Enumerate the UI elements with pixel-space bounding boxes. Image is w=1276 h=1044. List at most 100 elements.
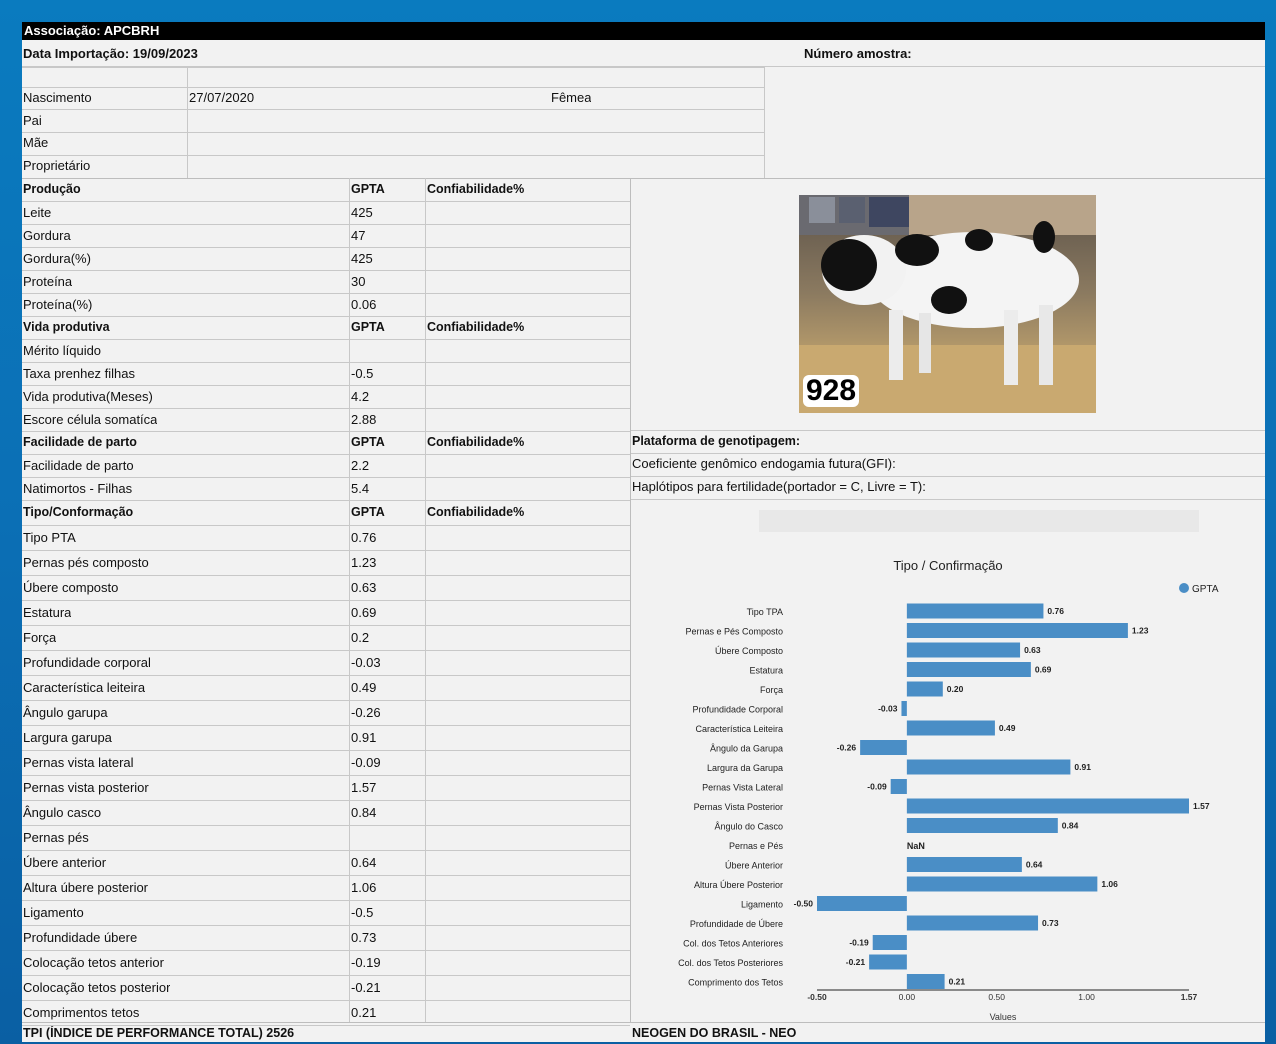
category-label: Col. dos Tetos Posteriores xyxy=(678,958,783,968)
category-label: Força xyxy=(760,685,783,695)
trait-label: Pernas pés composto xyxy=(23,555,149,570)
trait-label: Característica leiteira xyxy=(23,680,146,695)
data-label: 0.49 xyxy=(999,723,1016,733)
gpta-column-header: GPTA xyxy=(351,182,385,196)
photo-number-label: 928 xyxy=(803,375,860,407)
reliability-column-header: Confiabilidade% xyxy=(427,435,525,449)
import-row: Data Importação: 19/09/2023 Número amost… xyxy=(22,40,1265,67)
section-title: Facilidade de parto xyxy=(23,435,137,449)
report-page: Associação: APCBRH Data Importação: 19/0… xyxy=(22,22,1265,1042)
trait-label: Ângulo casco xyxy=(23,805,102,820)
reliability-column-header: Confiabilidade% xyxy=(427,320,525,334)
gpta-value: 1.06 xyxy=(351,880,377,895)
gpta-value: -0.21 xyxy=(351,980,381,995)
data-label: NaN xyxy=(907,841,925,851)
gpta-value: 0.69 xyxy=(351,605,377,620)
genotyping-platform-label: Plataforma de genotipagem: xyxy=(632,434,801,448)
bar xyxy=(906,857,1022,872)
gpta-value: 425 xyxy=(351,251,373,266)
bar xyxy=(906,681,943,697)
sample-number-label: Número amostra: xyxy=(804,46,912,61)
section-title: Vida produtiva xyxy=(23,320,110,334)
gpta-value: -0.5 xyxy=(351,905,374,920)
gpta-value: 425 xyxy=(351,205,373,220)
chart-placeholder-bar xyxy=(759,510,1199,532)
category-label: Col. dos Tetos Anteriores xyxy=(683,939,783,949)
bar xyxy=(906,798,1189,814)
gpta-value: 1.23 xyxy=(351,555,377,570)
x-tick-label: 0.50 xyxy=(988,992,1005,1002)
dam-label: Mãe xyxy=(23,135,49,150)
gpta-value: -0.5 xyxy=(351,366,374,381)
trait-label: Taxa prenhez filhas xyxy=(23,366,136,381)
gpta-value: 47 xyxy=(351,228,366,243)
bar xyxy=(906,642,1021,658)
import-date: Data Importação: 19/09/2023 xyxy=(23,46,198,61)
chart-title: Tipo / Confirmação xyxy=(893,558,1002,573)
lab-name: NEOGEN DO BRASIL - NEO xyxy=(632,1026,797,1040)
category-label: Estatura xyxy=(749,666,783,676)
gpta-value: 1.57 xyxy=(351,780,377,795)
sire-label: Pai xyxy=(23,113,42,128)
x-tick-label: 1.57 xyxy=(1181,992,1198,1002)
association-header: Associação: APCBRH xyxy=(22,22,1265,40)
gpta-value: 5.4 xyxy=(351,481,370,496)
gpta-value: 0.84 xyxy=(351,805,377,820)
legend-label: GPTA xyxy=(1192,584,1219,595)
bar xyxy=(906,623,1128,638)
gpta-column-header: GPTA xyxy=(351,320,385,334)
category-label: Ligamento xyxy=(741,900,783,910)
data-label: -0.19 xyxy=(849,938,869,948)
data-label: 1.57 xyxy=(1193,801,1210,811)
data-label: 0.84 xyxy=(1062,821,1079,831)
trait-label: Largura garupa xyxy=(23,730,112,745)
animal-photo: 928 xyxy=(799,195,1096,413)
trait-label: Ligamento xyxy=(23,905,84,920)
birth-label: Nascimento xyxy=(23,90,92,105)
data-label: 0.69 xyxy=(1035,665,1052,675)
data-label: 0.63 xyxy=(1024,645,1041,655)
trait-label: Colocação tetos anterior xyxy=(23,955,164,970)
gpta-value: -0.03 xyxy=(351,655,381,670)
category-label: Profundidade Corporal xyxy=(692,705,783,715)
reliability-column-header: Confiabilidade% xyxy=(427,182,525,196)
bar xyxy=(906,876,1098,892)
trait-label: Pernas vista posterior xyxy=(23,780,149,795)
bar xyxy=(890,779,907,794)
gpta-value: 30 xyxy=(351,274,366,289)
trait-label: Mérito líquido xyxy=(23,343,102,358)
birth-date: 27/07/2020 xyxy=(189,90,255,105)
trait-label: Profundidade corporal xyxy=(23,655,151,670)
category-label: Tipo TPA xyxy=(747,607,783,617)
bar xyxy=(869,954,907,970)
category-label: Largura da Garupa xyxy=(707,763,783,773)
data-label: -0.21 xyxy=(846,957,866,967)
bar xyxy=(901,701,907,716)
bar xyxy=(906,974,945,989)
bar xyxy=(860,740,907,755)
trait-label: Pernas pés xyxy=(23,830,89,845)
gpta-value: -0.19 xyxy=(351,955,381,970)
trait-label: Úbere composto xyxy=(23,580,119,595)
gpta-value: 0.73 xyxy=(351,930,377,945)
bar xyxy=(906,662,1031,677)
trait-label: Pernas vista lateral xyxy=(23,755,134,770)
owner-label: Proprietário xyxy=(23,158,91,173)
trait-label: Vida produtiva(Meses) xyxy=(23,389,153,404)
data-label: 0.91 xyxy=(1074,762,1091,772)
bar xyxy=(906,818,1058,833)
gpta-value: -0.26 xyxy=(351,705,381,720)
gpta-value: 4.2 xyxy=(351,389,370,404)
trait-label: Estatura xyxy=(23,605,72,620)
reliability-column-header: Confiabilidade% xyxy=(427,505,525,519)
gpta-value: 2.88 xyxy=(351,412,377,427)
data-label: -0.50 xyxy=(794,899,814,909)
x-tick-label: -0.50 xyxy=(807,992,827,1002)
bar xyxy=(817,896,907,911)
trait-label: Gordura(%) xyxy=(23,251,91,266)
data-label: 0.20 xyxy=(947,684,964,694)
data-label: 1.23 xyxy=(1132,626,1149,636)
gpta-value: 0.63 xyxy=(351,580,377,595)
trait-label: Ângulo garupa xyxy=(23,705,108,720)
trait-label: Altura úbere posterior xyxy=(23,880,149,895)
